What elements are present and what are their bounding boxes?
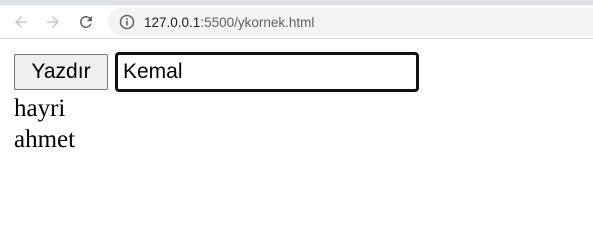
print-button[interactable]: Yazdır [14, 54, 108, 90]
url-text: 127.0.0.1:5500/ykornek.html [144, 15, 314, 30]
page-content: Yazdır hayri ahmet [0, 39, 593, 246]
forward-button[interactable] [41, 10, 65, 34]
reload-icon [79, 15, 92, 28]
reload-button[interactable] [74, 10, 98, 34]
url-path: :5500/ykornek.html [200, 14, 315, 30]
url-host: 127.0.0.1 [144, 14, 201, 30]
arrow-right-icon [47, 16, 59, 28]
address-bar[interactable]: 127.0.0.1:5500/ykornek.html [108, 8, 593, 36]
info-icon[interactable] [118, 13, 136, 31]
browser-toolbar: 127.0.0.1:5500/ykornek.html [0, 5, 593, 39]
output-line: ahmet [14, 126, 76, 153]
back-button[interactable] [9, 10, 33, 34]
arrow-left-icon [15, 16, 27, 28]
output-line: hayri [14, 95, 66, 122]
output-list: hayri ahmet [14, 93, 75, 155]
name-input[interactable] [115, 52, 419, 92]
